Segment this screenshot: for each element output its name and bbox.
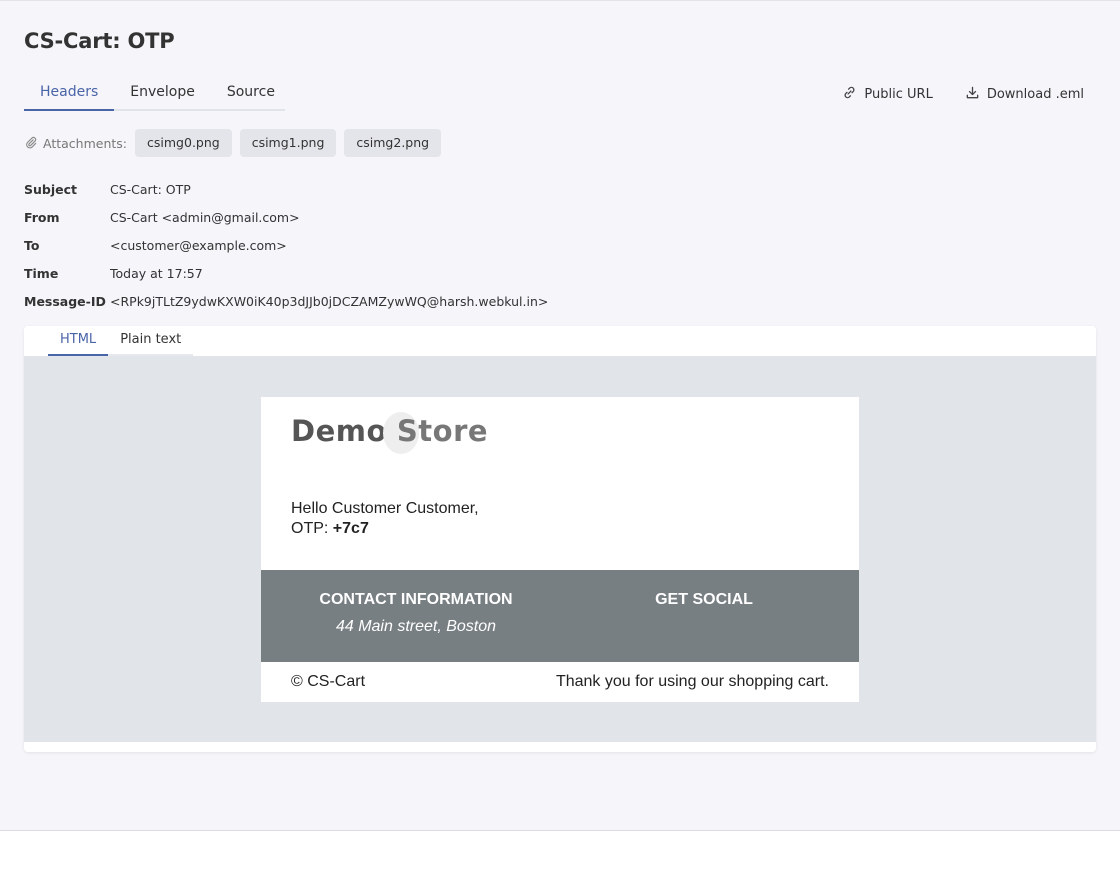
header-key: Subject (24, 181, 77, 197)
download-eml-button[interactable]: Download .eml (965, 85, 1084, 104)
tab-html[interactable]: HTML (48, 326, 109, 356)
contact-information-heading: CONTACT INFORMATION (319, 591, 513, 608)
view-tabs: Headers Envelope Source (24, 78, 285, 111)
header-actions: Public URL Download .eml (842, 85, 1084, 104)
header-row-to: To <customer@example.com> (24, 231, 548, 259)
attachment-chip[interactable]: csimg2.png (344, 129, 442, 157)
message-headers: Subject CS-Cart: OTP From CS-Cart <admin… (24, 175, 548, 315)
html-preview: Demo Store Hello Customer Customer, OTP:… (24, 356, 1096, 742)
otp-label: OTP: (291, 520, 329, 537)
logo-word-demo: Demo (291, 414, 387, 448)
header-value: Today at 17:57 (110, 265, 203, 281)
download-icon (965, 85, 980, 104)
page-title: CS-Cart: OTP (24, 29, 175, 53)
header-value: <RPk9jTLtZ9ydwKXW0iK40p3dJJb0jDCZAMZywWQ… (110, 293, 549, 309)
get-social-heading: GET SOCIAL (655, 591, 753, 608)
header-row-from: From CS-Cart <admin@gmail.com> (24, 203, 548, 231)
header-key: To (24, 237, 40, 253)
store-logo: Demo Store (291, 411, 489, 454)
attachments-label: Attachments: (24, 135, 127, 152)
otp-code: +7c7 (332, 520, 369, 537)
attachments-bar: Attachments: csimg0.png csimg1.png csimg… (24, 129, 449, 157)
public-url-label: Public URL (864, 87, 933, 102)
tab-headers[interactable]: Headers (24, 78, 115, 111)
header-key: Message-ID (24, 293, 106, 309)
header-row-time: Time Today at 17:57 (24, 259, 548, 287)
email-content: Demo Store Hello Customer Customer, OTP:… (261, 397, 859, 702)
header-key: From (24, 209, 60, 225)
header-value: <customer@example.com> (110, 237, 287, 253)
attachment-chip[interactable]: csimg1.png (239, 129, 337, 157)
logo-swoosh: Store (382, 412, 489, 454)
logo-word-store: Store (396, 414, 489, 448)
link-icon (842, 85, 857, 104)
tab-plain-text[interactable]: Plain text (108, 326, 193, 354)
body-format-tabs: HTML Plain text (48, 326, 194, 356)
attachment-chip[interactable]: csimg0.png (135, 129, 232, 157)
paperclip-icon (24, 135, 38, 152)
attachments-label-text: Attachments: (43, 135, 128, 151)
tab-source[interactable]: Source (211, 78, 291, 109)
public-url-button[interactable]: Public URL (842, 85, 933, 104)
header-value: CS-Cart <admin@gmail.com> (110, 209, 300, 225)
email-greeting: Hello Customer Customer, (291, 500, 479, 517)
contact-address: 44 Main street, Boston (335, 618, 497, 635)
download-eml-label: Download .eml (986, 87, 1084, 102)
message-body-panel: HTML Plain text Demo Store Hello Custome… (24, 326, 1096, 752)
header-value: CS-Cart: OTP (110, 181, 191, 197)
header-row-message-id: Message-ID <RPk9jTLtZ9ydwKXW0iK40p3dJJb0… (24, 287, 548, 315)
mail-viewer: CS-Cart: OTP Headers Envelope Source Pub… (0, 0, 1120, 831)
otp-line: OTP: +7c7 (291, 519, 369, 539)
email-footer-band: CONTACT INFORMATION 44 Main street, Bost… (261, 570, 859, 662)
header-row-subject: Subject CS-Cart: OTP (24, 175, 548, 203)
tab-envelope[interactable]: Envelope (114, 78, 211, 109)
header-key: Time (24, 265, 59, 281)
thanks-text: Thank you for using our shopping cart. (555, 673, 829, 690)
copyright-text: © CS-Cart (291, 673, 366, 690)
